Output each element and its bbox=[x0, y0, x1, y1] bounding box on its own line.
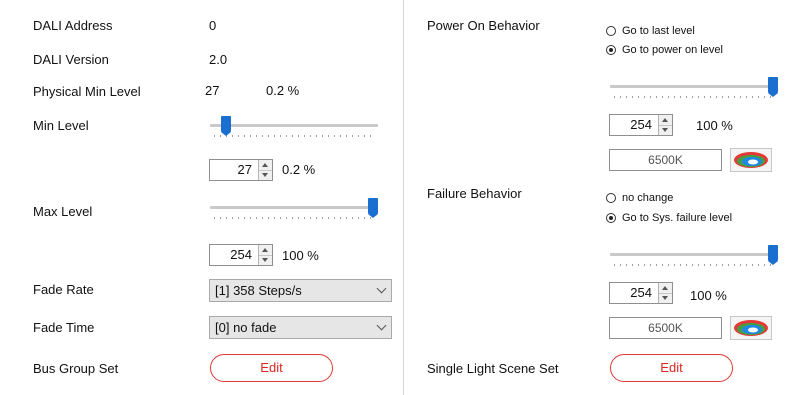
spin-arrows-icon[interactable] bbox=[658, 115, 672, 135]
radio-label: no change bbox=[622, 192, 674, 204]
slider-track bbox=[610, 253, 778, 256]
slider-thumb[interactable] bbox=[768, 77, 778, 97]
color-palette-icon[interactable] bbox=[730, 148, 772, 172]
spinbox-value[interactable]: 254 bbox=[210, 245, 258, 265]
dropdown-value: [0] no fade bbox=[215, 320, 277, 335]
physical-min-level-value: 27 bbox=[205, 83, 220, 98]
slider-track bbox=[610, 85, 778, 88]
bus-group-edit-button[interactable]: Edit bbox=[210, 354, 333, 382]
spinbox-value[interactable]: 27 bbox=[210, 160, 258, 180]
failure-level-slider[interactable] bbox=[610, 244, 778, 270]
spin-down-arrow[interactable] bbox=[659, 125, 672, 135]
fade-rate-label: Fade Rate bbox=[33, 282, 94, 297]
failure-behavior-label: Failure Behavior bbox=[427, 186, 522, 201]
spin-arrows-icon[interactable] bbox=[258, 245, 272, 265]
radio-label: Go to last level bbox=[622, 25, 695, 37]
color-palette-icon[interactable] bbox=[730, 316, 772, 340]
failure-level-percent: 100 % bbox=[690, 288, 727, 303]
radio-circle[interactable] bbox=[606, 193, 616, 203]
slider-thumb[interactable] bbox=[768, 245, 778, 265]
failure-level-spinbox[interactable]: 254 bbox=[609, 282, 673, 304]
power-on-level-slider[interactable] bbox=[610, 76, 778, 102]
slider-ticks bbox=[614, 264, 774, 266]
fade-rate-dropdown[interactable]: [1] 358 Steps/s bbox=[209, 279, 392, 302]
spin-down-arrow[interactable] bbox=[659, 293, 672, 303]
dali-version-value: 2.0 bbox=[209, 52, 228, 67]
power-on-level-spinbox[interactable]: 254 bbox=[609, 114, 673, 136]
bus-group-set-label: Bus Group Set bbox=[33, 361, 119, 376]
max-level-percent: 100 % bbox=[282, 248, 319, 263]
power-on-behavior-label: Power On Behavior bbox=[427, 18, 540, 33]
slider-thumb[interactable] bbox=[221, 116, 231, 136]
dali-address-label: DALI Address bbox=[33, 18, 113, 33]
radio-label: Go to Sys. failure level bbox=[622, 212, 733, 224]
chevron-down-icon[interactable] bbox=[376, 320, 387, 331]
dropdown-value: [1] 358 Steps/s bbox=[215, 283, 302, 298]
slider-thumb[interactable] bbox=[368, 198, 378, 218]
max-level-label: Max Level bbox=[33, 204, 93, 219]
slider-ticks bbox=[214, 217, 374, 219]
slider-ticks bbox=[614, 96, 774, 98]
panel-divider bbox=[403, 0, 404, 395]
slider-track bbox=[210, 206, 378, 209]
fade-time-dropdown[interactable]: [0] no fade bbox=[209, 316, 392, 339]
spinbox-value[interactable]: 254 bbox=[610, 115, 658, 135]
power-on-color-temp-field[interactable]: 6500K bbox=[609, 149, 722, 171]
spin-down-arrow[interactable] bbox=[259, 255, 272, 265]
dali-address-value: 0 bbox=[209, 18, 217, 33]
scene-edit-button[interactable]: Edit bbox=[610, 354, 733, 382]
max-level-spinbox[interactable]: 254 bbox=[209, 244, 273, 266]
min-level-spinbox[interactable]: 27 bbox=[209, 159, 273, 181]
min-level-percent: 0.2 % bbox=[282, 162, 316, 177]
chevron-down-icon[interactable] bbox=[376, 283, 387, 294]
min-level-slider[interactable] bbox=[210, 115, 378, 141]
min-level-label: Min Level bbox=[33, 118, 89, 133]
spin-arrows-icon[interactable] bbox=[258, 160, 272, 180]
radio-label: Go to power on level bbox=[622, 44, 723, 56]
radio-circle[interactable] bbox=[606, 45, 616, 55]
single-light-scene-set-label: Single Light Scene Set bbox=[427, 361, 559, 376]
max-level-slider[interactable] bbox=[210, 197, 378, 223]
spin-arrows-icon[interactable] bbox=[658, 283, 672, 303]
physical-min-level-percent: 0.2 % bbox=[266, 83, 300, 98]
radio-circle[interactable] bbox=[606, 213, 616, 223]
power-on-level-percent: 100 % bbox=[696, 118, 733, 133]
slider-ticks bbox=[214, 135, 374, 137]
spinbox-value[interactable]: 254 bbox=[610, 283, 658, 303]
fade-time-label: Fade Time bbox=[33, 320, 95, 335]
failure-color-temp-field[interactable]: 6500K bbox=[609, 317, 722, 339]
spin-down-arrow[interactable] bbox=[259, 170, 272, 180]
slider-track bbox=[210, 124, 378, 127]
radio-circle[interactable] bbox=[606, 26, 616, 36]
physical-min-level-label: Physical Min Level bbox=[33, 84, 141, 99]
dali-version-label: DALI Version bbox=[33, 52, 109, 67]
